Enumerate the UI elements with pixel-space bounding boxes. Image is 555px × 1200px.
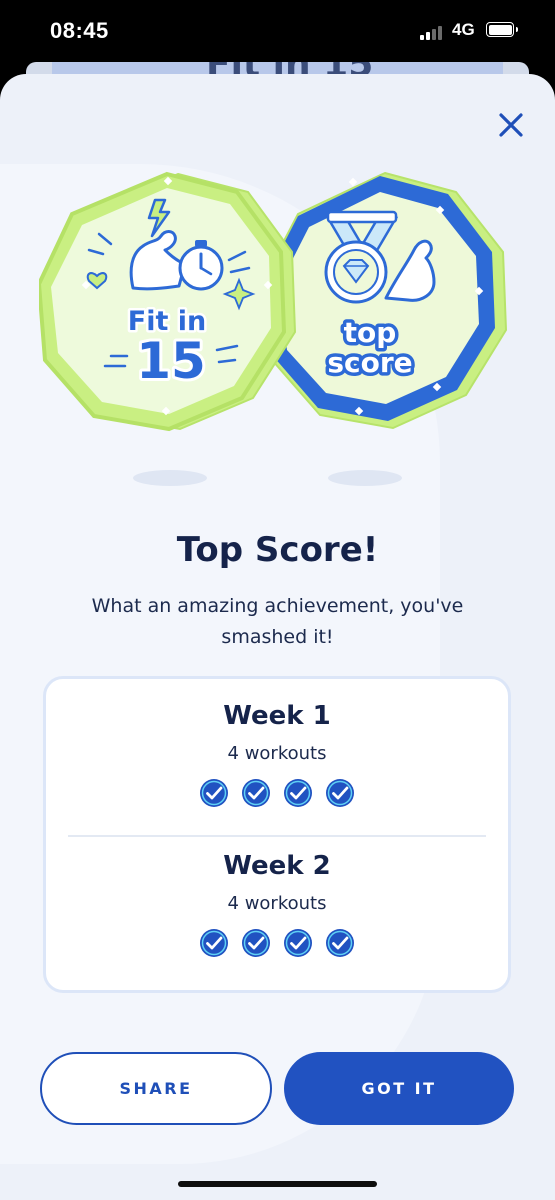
check-circle-icon — [284, 779, 312, 807]
home-indicator — [178, 1181, 377, 1187]
got-it-button[interactable]: GOT IT — [284, 1052, 514, 1125]
achievement-modal: top score Fit in 15 Top Score! What an a… — [0, 74, 555, 1200]
share-button[interactable]: SHARE — [40, 1052, 272, 1125]
check-circle-icon — [200, 779, 228, 807]
week-checks — [46, 778, 508, 808]
check-circle-icon — [200, 929, 228, 957]
divider — [68, 835, 486, 837]
fit-in-15-badge: Fit in 15 — [39, 171, 297, 432]
week-section: Week 1 4 workouts — [46, 701, 508, 808]
week-checks — [46, 928, 508, 958]
modal-subtitle: What an amazing achievement, you've smas… — [91, 595, 464, 648]
badges-group: top score Fit in 15 — [0, 170, 555, 500]
badge-left-line2: 15 — [136, 332, 206, 390]
signal-icon — [420, 24, 446, 40]
status-bar: 08:45 4G — [0, 0, 555, 62]
check-circle-icon — [242, 929, 270, 957]
badge-right-line1: top — [344, 316, 397, 349]
week-section: Week 2 4 workouts — [46, 851, 508, 958]
week-workouts: 4 workouts — [227, 893, 327, 914]
week-title: Week 1 — [223, 701, 331, 731]
close-icon[interactable] — [494, 108, 528, 142]
status-time: 08:45 — [50, 18, 109, 43]
badge-shadow — [133, 470, 207, 486]
battery-icon — [486, 22, 518, 37]
badge-right-line2: score — [327, 346, 412, 379]
network-label: 4G — [452, 20, 475, 39]
week-workouts: 4 workouts — [227, 743, 327, 764]
check-circle-icon — [326, 929, 354, 957]
check-circle-icon — [326, 779, 354, 807]
check-circle-icon — [284, 929, 312, 957]
week-title: Week 2 — [223, 851, 331, 881]
weeks-summary-card: Week 1 4 workouts Week 2 4 workouts — [43, 676, 511, 993]
badge-shadow — [328, 470, 402, 486]
check-circle-icon — [242, 779, 270, 807]
modal-title: Top Score! — [176, 530, 379, 570]
